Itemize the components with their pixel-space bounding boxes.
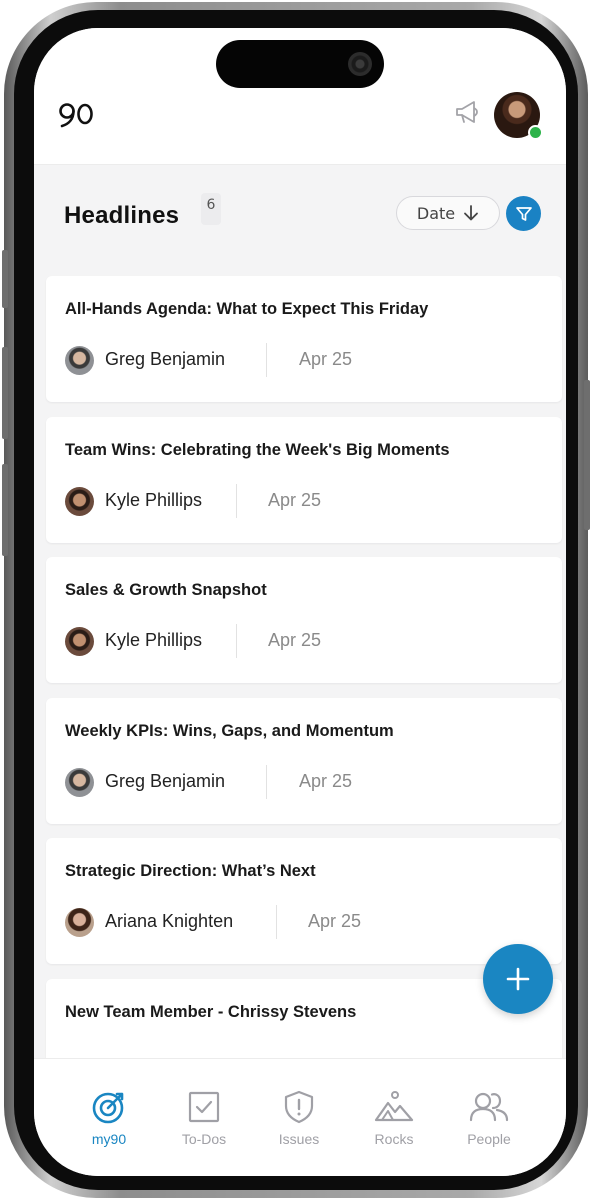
nav-label: my90 (91, 1131, 127, 1147)
action-button (2, 250, 8, 308)
headline-card[interactable]: Team Wins: Celebrating the Week's Big Mo… (46, 417, 562, 543)
headline-title: Weekly KPIs: Wins, Gaps, and Momentum (65, 722, 394, 740)
power-button (584, 380, 590, 530)
add-headline-button[interactable] (483, 944, 553, 1014)
headline-count-badge: 6 (201, 193, 221, 225)
divider (266, 765, 267, 799)
headline-card[interactable]: Strategic Direction: What’s Next Ariana … (46, 838, 562, 964)
nav-label: People (467, 1131, 511, 1147)
volume-down-button (2, 464, 8, 556)
mountain-icon (374, 1091, 414, 1122)
target-icon (92, 1092, 124, 1124)
headline-title: New Team Member - Chrissy Stevens (65, 1003, 357, 1021)
headline-title: Team Wins: Celebrating the Week's Big Mo… (65, 441, 450, 459)
nav-todos[interactable]: To-Dos (164, 1089, 244, 1147)
nav-rocks[interactable]: Rocks (354, 1089, 434, 1147)
volume-up-button (2, 347, 8, 439)
nav-label: Rocks (374, 1131, 414, 1147)
headline-title: Strategic Direction: What’s Next (65, 862, 316, 880)
headline-author: Greg Benjamin (105, 771, 226, 791)
ninety-logo[interactable] (58, 102, 94, 132)
author-avatar (65, 627, 94, 656)
headline-author: Greg Benjamin (105, 349, 226, 369)
author-avatar (65, 768, 94, 797)
shield-alert-icon (284, 1090, 314, 1124)
headline-card[interactable]: All-Hands Agenda: What to Expect This Fr… (46, 276, 562, 402)
author-avatar (65, 908, 94, 937)
divider (266, 343, 267, 377)
dynamic-island (216, 40, 384, 88)
divider (276, 905, 277, 939)
headline-date: Apr 25 (308, 911, 362, 931)
author-avatar (65, 487, 94, 516)
headline-author: Kyle Phillips (105, 490, 203, 510)
plus-icon (506, 967, 530, 991)
checkbox-icon (188, 1091, 220, 1123)
filter-icon (515, 206, 532, 221)
headline-author: Kyle Phillips (105, 630, 203, 650)
online-status-dot (528, 125, 543, 140)
headline-title: Sales & Growth Snapshot (65, 581, 267, 599)
headline-date: Apr 25 (299, 349, 353, 369)
headline-title: All-Hands Agenda: What to Expect This Fr… (65, 300, 429, 318)
phone-frame: Headlines 6 Date All-Hands Agenda: What … (2, 2, 590, 1198)
headline-author: Ariana Knighten (105, 911, 234, 931)
filter-button[interactable] (506, 196, 541, 231)
nav-label: To-Dos (181, 1131, 227, 1147)
headline-card[interactable]: Weekly KPIs: Wins, Gaps, and Momentum Gr… (46, 698, 562, 824)
arrow-down-icon (464, 205, 479, 221)
page-title: Headlines (64, 202, 180, 229)
app-screen: Headlines 6 Date All-Hands Agenda: What … (34, 28, 566, 1176)
sort-date-button[interactable]: Date (396, 196, 500, 230)
headline-date: Apr 25 (268, 490, 322, 510)
headline-date: Apr 25 (268, 630, 322, 650)
people-icon (469, 1092, 509, 1122)
author-avatar (65, 346, 94, 375)
divider (236, 624, 237, 658)
headline-card[interactable]: Sales & Growth Snapshot Kyle Phillips Ap… (46, 557, 562, 683)
headline-date: Apr 25 (299, 771, 353, 791)
nav-issues[interactable]: Issues (259, 1089, 339, 1147)
sort-label: Date (416, 203, 456, 223)
nav-my90[interactable]: my90 (69, 1089, 149, 1147)
divider (236, 484, 237, 518)
camera-icon (348, 52, 372, 76)
nav-label: Issues (278, 1131, 320, 1147)
nav-people[interactable]: People (449, 1089, 529, 1147)
megaphone-icon[interactable] (454, 100, 482, 130)
bottom-navigation: my90 To-Dos Issues Rocks People (34, 1058, 566, 1176)
